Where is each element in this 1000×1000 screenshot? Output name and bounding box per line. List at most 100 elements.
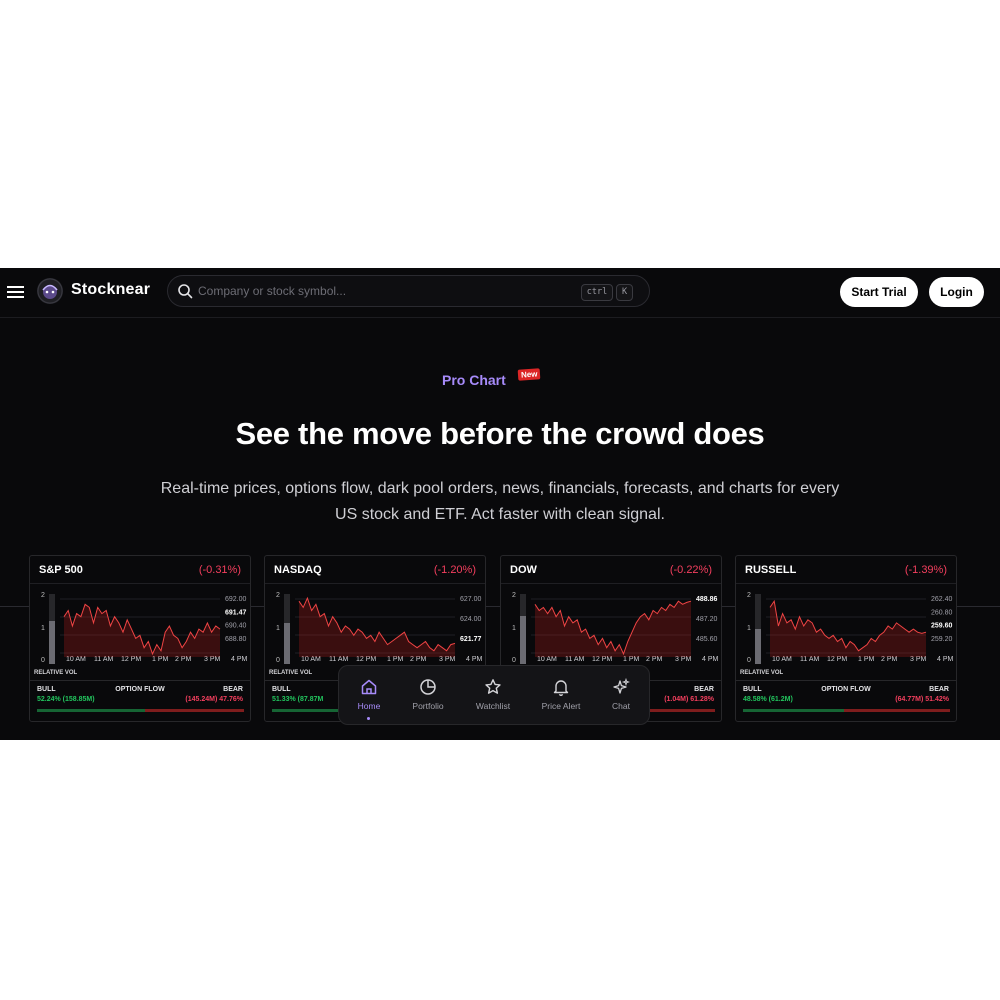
price-axis-label: 487.20 [696,616,718,623]
bear-value: (145.24M) 47.76% [185,696,243,703]
relative-volume-bar [284,594,290,664]
bottom-navigation: Home Portfolio Watchlist Price Alert Cha… [338,665,650,725]
y-axis-label: 0 [276,657,280,664]
stocknear-logo[interactable] [37,278,63,304]
intraday-price-chart[interactable]: 262.40 260.80 259.60 259.20 [766,591,956,661]
nav-item-portfolio[interactable]: Portfolio [398,666,458,724]
nav-item-watchlist[interactable]: Watchlist [463,666,523,724]
nav-item-price-alert[interactable]: Price Alert [531,666,591,724]
price-area-fill [299,598,455,657]
y-axis-label: 0 [512,657,516,664]
price-axis-label: 624.00 [460,616,482,623]
intraday-price-chart[interactable]: 692.00 691.47 690.40 688.80 [60,591,250,661]
price-axis-label: 262.40 [931,596,953,603]
y-axis-label: 1 [747,625,751,632]
current-price-label: 259.60 [931,623,953,630]
search-input[interactable] [198,281,578,301]
y-axis-label: 2 [276,592,280,599]
login-button[interactable]: Login [929,277,984,307]
current-price-label: 691.47 [225,609,247,616]
y-axis-label: 1 [41,625,45,632]
relative-volume-fill [755,629,761,664]
relative-volume-bar [49,594,55,664]
intraday-price-chart[interactable]: 627.00 624.00 621.77 [295,591,485,661]
option-flow-label: OPTION FLOW [115,686,165,693]
bear-label: BEAR [694,686,714,693]
bear-value: (1.04M) 61.28% [664,696,714,703]
index-name: NASDAQ [274,564,322,576]
index-change: (-1.39%) [904,564,947,576]
shortcut-ctrl-key: ctrl [581,284,613,301]
index-name: S&P 500 [39,564,83,576]
nav-label-chat: Chat [612,701,630,711]
y-axis-label: 1 [512,625,516,632]
nav-label-price-alert: Price Alert [541,701,581,711]
active-indicator-dot [367,717,370,720]
y-axis-label: 2 [41,592,45,599]
nav-item-home[interactable]: Home [339,666,399,724]
nav-label-home: Home [357,701,381,711]
y-axis-label: 2 [512,592,516,599]
relative-volume-fill [520,616,526,664]
bear-label: BEAR [223,686,243,693]
bull-value: 51.33% (87.87M [272,696,324,703]
index-name: DOW [510,564,537,576]
shortcut-k-key: K [616,284,633,301]
new-badge: New [517,368,541,381]
card-header: RUSSELL (-1.39%) [736,556,956,584]
search-bar[interactable]: ctrl K [167,275,650,307]
option-flow-label: OPTION FLOW [821,686,871,693]
card-header: DOW (-0.22%) [501,556,721,584]
search-icon [178,284,193,299]
start-trial-button[interactable]: Start Trial [840,277,918,307]
relative-volume-fill [49,620,55,664]
hamburger-menu-icon[interactable] [6,282,26,302]
price-axis-label: 259.20 [931,636,953,643]
hero-headline: See the move before the crowd does [235,416,765,451]
star-icon [485,679,501,694]
price-area-fill [64,604,220,657]
nav-item-chat[interactable]: Chat [591,666,651,724]
price-axis-label: 690.40 [225,623,247,630]
y-axis-label: 2 [747,592,751,599]
option-flow-bull-fill [37,709,146,712]
pie-chart-icon [420,679,436,695]
price-axis-label: 692.00 [225,596,247,603]
index-name: RUSSELL [745,564,797,576]
relative-vol-label: RELATIVE VOL [740,670,784,676]
index-change: (-0.22%) [669,564,712,576]
bell-icon [553,680,569,696]
nav-label-watchlist: Watchlist [475,701,511,711]
relative-volume-bar [520,594,526,664]
price-area-fill [535,601,691,657]
price-axis-label: 485.60 [696,636,718,643]
price-axis-label: 688.80 [225,636,247,643]
y-axis-label: 0 [747,657,751,664]
index-change: (-0.31%) [198,564,241,576]
hero-subtitle: Real-time prices, options flow, dark poo… [160,480,840,523]
price-axis-label: 260.80 [931,609,953,616]
current-price-label: 488.86 [696,596,718,603]
bull-value: 52.24% (158.85M) [37,696,95,703]
intraday-price-chart[interactable]: 488.86 487.20 485.60 [531,591,721,661]
brand-name[interactable]: Stocknear [71,281,150,299]
option-flow-divider [736,680,956,681]
bull-value: 48.58% (61.2M) [743,696,793,703]
index-card-russell[interactable]: RUSSELL (-1.39%) 2 1 0 RELATIVE VOL 10 AM 11 AM… [735,555,957,722]
relative-volume-bar [755,594,761,664]
relative-vol-label: RELATIVE VOL [34,670,78,676]
card-header: NASDAQ (-1.20%) [265,556,485,584]
sparkles-icon [613,678,630,694]
current-price-label: 621.77 [460,636,482,643]
index-card-s-p-500[interactable]: S&P 500 (-0.31%) 2 1 0 RELATIVE VOL 10 AM 11 AM… [29,555,251,722]
bear-label: BEAR [929,686,949,693]
pro-chart-tag[interactable]: Pro Chart [442,372,506,388]
bear-value: (64.77M) 51.42% [895,696,949,703]
relative-vol-label: RELATIVE VOL [269,670,313,676]
y-axis-label: 1 [276,625,280,632]
option-flow-divider [30,680,250,681]
price-axis-label: 627.00 [460,596,482,603]
option-flow-bar [37,709,244,712]
price-area-fill [770,601,926,657]
home-icon [361,679,377,695]
